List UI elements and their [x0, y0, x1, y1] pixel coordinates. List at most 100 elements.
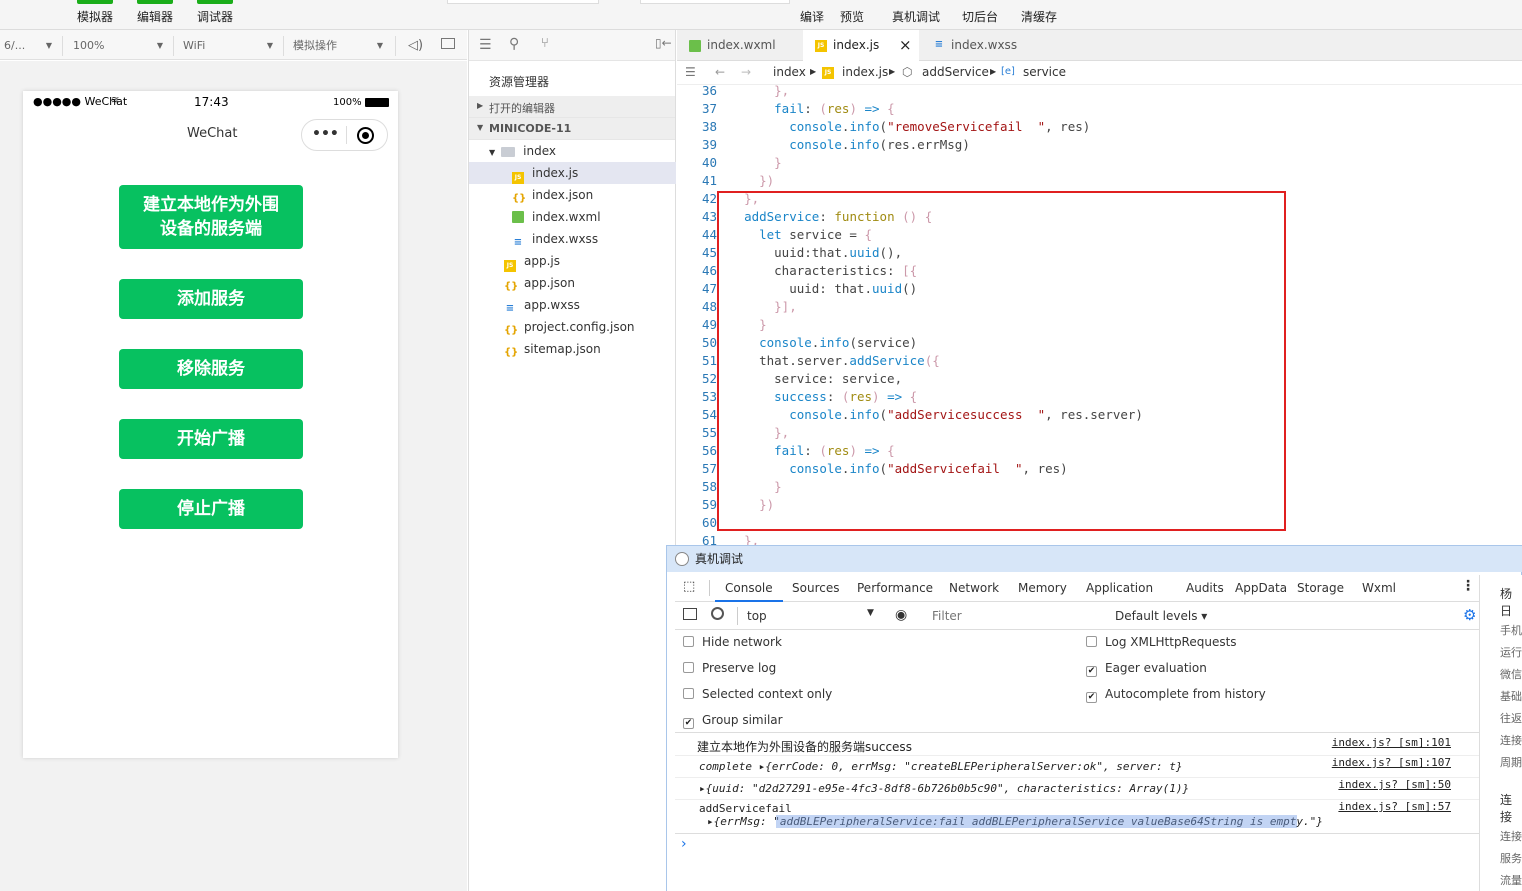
- log-source-link[interactable]: index.js? [sm]:107: [1332, 756, 1451, 769]
- log-source-link[interactable]: index.js? [sm]:57: [1338, 800, 1451, 813]
- line-number: 56: [701, 443, 717, 458]
- tab-memory[interactable]: Memory: [1018, 574, 1067, 602]
- volume-icon[interactable]: ◁): [408, 38, 423, 53]
- simulator-toggle-button[interactable]: 模拟器: [72, 0, 118, 30]
- line-number: 44: [701, 227, 717, 242]
- tab-storage[interactable]: Storage: [1297, 574, 1344, 602]
- git-branch-icon[interactable]: ⑂: [541, 36, 549, 51]
- tab-network[interactable]: Network: [949, 574, 999, 602]
- more-vertical-icon[interactable]: ⋮: [1461, 578, 1475, 594]
- tab-application[interactable]: Application: [1086, 574, 1153, 602]
- preview-button[interactable]: 预览: [836, 0, 868, 30]
- line-number: 37: [701, 101, 717, 116]
- tab-sources[interactable]: Sources: [792, 574, 839, 602]
- tree-file-app-json[interactable]: {} app.json: [469, 272, 676, 294]
- tree-folder-index[interactable]: ▼ index: [469, 140, 676, 162]
- forward-arrow-icon[interactable]: →: [741, 61, 751, 83]
- clear-cache-button[interactable]: 清缓存: [1016, 0, 1062, 30]
- tree-file-project-config[interactable]: {} project.config.json: [469, 316, 676, 338]
- add-service-button[interactable]: 添加服务: [119, 279, 303, 319]
- tab-console[interactable]: Console: [715, 574, 783, 602]
- list-icon[interactable]: ☰: [685, 61, 696, 83]
- preserve-log-checkbox[interactable]: Preserve log: [683, 660, 776, 676]
- tree-file-app-wxss[interactable]: ≡ app.wxss: [469, 294, 676, 316]
- eye-icon[interactable]: ◉: [895, 607, 907, 623]
- log-message[interactable]: complete ▸{errCode: 0, errMsg: "createBL…: [699, 760, 1182, 773]
- real-debug-button[interactable]: 真机调试: [888, 0, 944, 30]
- code-line[interactable]: fail: (res) => {: [729, 100, 894, 118]
- compile-button[interactable]: 编译: [796, 0, 828, 30]
- create-server-button[interactable]: 建立本地作为外围 设备的服务端: [119, 185, 303, 249]
- log-source-link[interactable]: index.js? [sm]:101: [1332, 736, 1451, 749]
- code-line[interactable]: console.info(res.errMsg): [729, 136, 970, 154]
- tree-file-index-json[interactable]: {} index.json: [469, 184, 676, 206]
- console-log-row: complete ▸{errCode: 0, errMsg: "createBL…: [675, 756, 1481, 778]
- chevron-right-icon: ▶: [810, 67, 817, 76]
- eager-evaluation-checkbox[interactable]: ✔ Eager evaluation: [1086, 660, 1207, 677]
- breadcrumb-item[interactable]: index.js: [842, 61, 888, 83]
- breadcrumb-item[interactable]: addService: [922, 61, 989, 83]
- tree-file-sitemap[interactable]: {} sitemap.json: [469, 338, 676, 360]
- selected-context-checkbox[interactable]: Selected context only: [683, 686, 832, 702]
- console-prompt[interactable]: ›: [681, 836, 687, 852]
- zoom-select[interactable]: 100% ▼: [73, 37, 163, 55]
- project-section[interactable]: ▼ MINICODE-11: [469, 118, 675, 140]
- tree-file-app-js[interactable]: JS app.js: [469, 250, 676, 272]
- log-xhr-checkbox[interactable]: Log XMLHttpRequests: [1086, 634, 1237, 650]
- code-line[interactable]: },: [729, 85, 789, 100]
- tab-appdata[interactable]: AppData: [1235, 574, 1287, 602]
- start-advertising-button[interactable]: 开始广播: [119, 419, 303, 459]
- console-log-row: 建立本地作为外围设备的服务端success index.js? [sm]:101: [675, 736, 1481, 756]
- remove-service-button[interactable]: 移除服务: [119, 349, 303, 389]
- code-line[interactable]: }): [729, 172, 774, 190]
- debugger-toggle-button[interactable]: 调试器: [192, 0, 238, 30]
- log-message[interactable]: ▸{uuid: "d2d27291-e95e-4fc3-8df8-6b726b0…: [699, 782, 1189, 795]
- chevron-down-icon[interactable]: ▼: [867, 608, 874, 618]
- log-source-link[interactable]: index.js? [sm]:50: [1338, 778, 1451, 791]
- mode-select[interactable]: [447, 0, 599, 4]
- tab-index-wxss[interactable]: ≡ index.wxss: [921, 30, 1041, 61]
- tree-file-index-js[interactable]: JS index.js: [469, 162, 676, 184]
- search-icon[interactable]: ⚲: [509, 36, 519, 52]
- breadcrumb-item[interactable]: service: [1023, 61, 1066, 83]
- list-icon[interactable]: ☰: [479, 37, 492, 53]
- console-log-row: addServicefail index.js? [sm]:57 ▸{errMs…: [675, 800, 1481, 834]
- log-object[interactable]: ▸{errMsg: "addBLEPeripheralService:fail …: [707, 815, 1481, 828]
- network-select[interactable]: WiFi ▼: [183, 37, 273, 55]
- collapse-panel-icon[interactable]: ▯←: [655, 36, 672, 50]
- compile-mode-select[interactable]: [640, 0, 790, 4]
- code-line[interactable]: }: [729, 154, 782, 172]
- window-icon[interactable]: [441, 38, 455, 49]
- operation-select[interactable]: 模拟操作 ▼: [293, 37, 383, 55]
- gear-icon[interactable]: ⚙: [1463, 606, 1476, 624]
- chevron-down-icon: ▼: [477, 123, 484, 132]
- device-select[interactable]: 6/... ▼: [4, 37, 52, 55]
- devtools-tabs: ⬚ Console Sources Performance Network Me…: [675, 574, 1481, 602]
- tree-file-index-wxml[interactable]: index.wxml: [469, 206, 676, 228]
- editor-toggle-button[interactable]: 编辑器: [132, 0, 178, 30]
- console-filter-input[interactable]: [925, 606, 1105, 626]
- context-select[interactable]: top: [747, 609, 767, 623]
- more-icon[interactable]: •••: [312, 126, 339, 142]
- tab-audits[interactable]: Audits: [1186, 574, 1224, 602]
- log-levels-select[interactable]: Default levels ▾: [1115, 609, 1207, 623]
- tab-index-js[interactable]: JS index.js ×: [803, 30, 919, 61]
- breadcrumb-item[interactable]: index: [773, 61, 806, 83]
- sidebar-toggle-icon[interactable]: [683, 608, 697, 620]
- back-arrow-icon[interactable]: ←: [715, 61, 725, 83]
- tab-performance[interactable]: Performance: [857, 574, 933, 602]
- clear-console-icon[interactable]: [711, 607, 724, 620]
- close-mini-program-icon[interactable]: [357, 127, 374, 144]
- hide-network-checkbox[interactable]: Hide network: [683, 634, 782, 650]
- tab-wxml[interactable]: Wxml: [1362, 574, 1396, 602]
- open-editors-section[interactable]: ▶ 打开的编辑器: [469, 96, 675, 118]
- close-icon[interactable]: ×: [899, 30, 912, 61]
- background-button[interactable]: 切后台: [957, 0, 1003, 30]
- tab-index-wxml[interactable]: index.wxml: [677, 30, 801, 61]
- code-line[interactable]: console.info("removeServicefail ", res): [729, 118, 1090, 136]
- tree-file-index-wxss[interactable]: ≡ index.wxss: [469, 228, 676, 250]
- inspect-element-icon[interactable]: ⬚: [683, 579, 695, 594]
- stop-advertising-button[interactable]: 停止广播: [119, 489, 303, 529]
- autocomplete-checkbox[interactable]: ✔ Autocomplete from history: [1086, 686, 1266, 703]
- group-similar-checkbox[interactable]: ✔ Group similar: [683, 712, 783, 729]
